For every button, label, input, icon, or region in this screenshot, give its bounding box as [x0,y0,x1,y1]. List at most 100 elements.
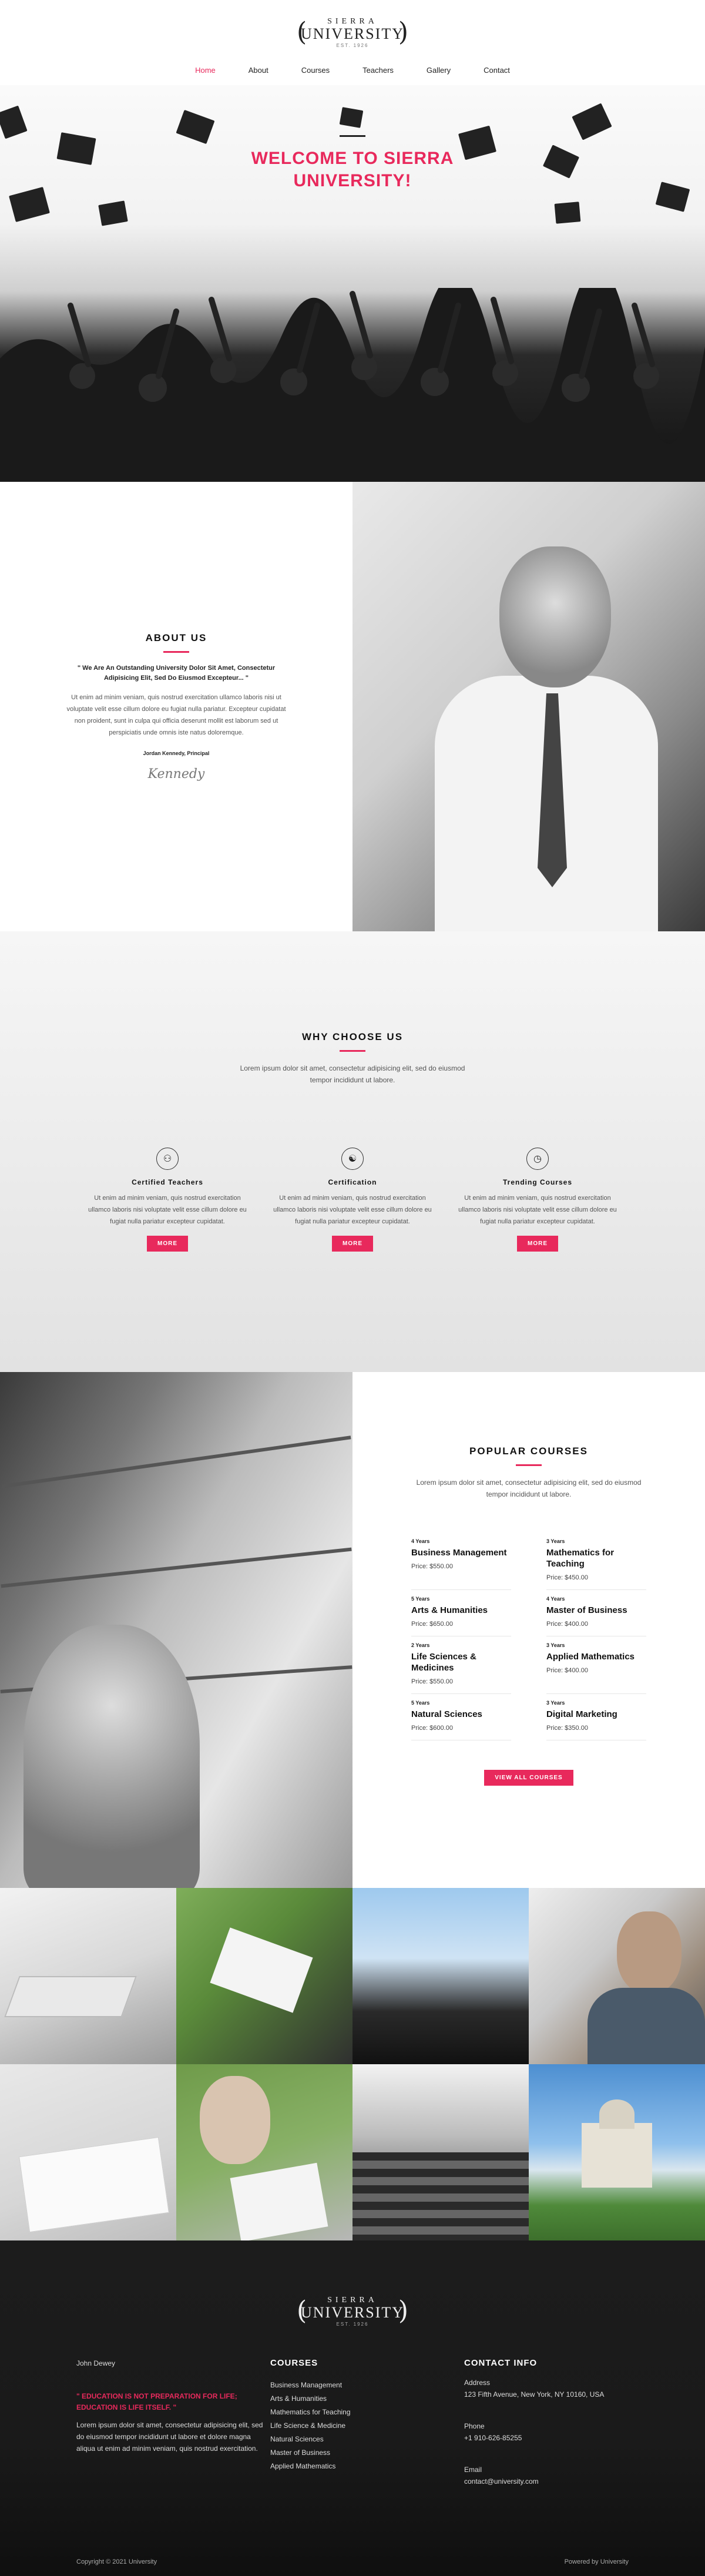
address-value: 123 Fifth Avenue, New York, NY 10160, US… [464,2390,605,2399]
quote-author: John Dewey [76,2359,116,2367]
phone-label: Phone [464,2422,485,2430]
more-button[interactable]: MORE [147,1236,188,1252]
phone-value[interactable]: +1 910-626-85255 [464,2434,658,2442]
signature-image: Kennedy [147,766,205,781]
footer-course-link[interactable]: Life Science & Medicine [270,2419,464,2433]
course-name: Digital Marketing [546,1709,617,1719]
address-label: Address [464,2379,491,2387]
footer-columns: John Dewey " EDUCATION IS NOT PREPARATIO… [76,2358,658,2486]
footer-course-link[interactable]: Arts & Humanities [270,2392,464,2406]
nav-teachers[interactable]: Teachers [346,66,410,75]
copyright-text: Copyright © 2021 University [76,2558,157,2565]
nav-home[interactable]: Home [179,66,232,75]
gallery-image-laptop[interactable] [0,1888,176,2064]
gallery-image-graduation[interactable] [352,1888,529,2064]
gallery-image-student[interactable] [529,1888,705,2064]
gallery-image-writing[interactable] [0,2064,176,2240]
graduation-cap-image [655,182,690,212]
course-item[interactable]: 4 Years Business Management Price: $550.… [411,1532,511,1590]
footer-courses-column: COURSES Business Management Arts & Human… [270,2358,464,2486]
nav-courses[interactable]: Courses [285,66,346,75]
why-title: WHY CHOOSE US [301,1031,404,1042]
certificate-icon: ☯ [341,1148,364,1170]
course-price: Price: $550.00 [411,1678,453,1685]
course-price: Price: $550.00 [411,1563,453,1570]
logo-right-bracket: ) [398,2296,408,2326]
gallery-image-lecture-hall[interactable] [352,2064,529,2240]
footer-course-link[interactable]: Applied Mathematics [270,2460,464,2473]
graduation-cap-image [542,145,580,179]
logo-left-bracket: ( [297,2296,307,2326]
course-item[interactable]: 3 Years Digital Marketing Price: $350.00 [546,1694,646,1740]
university-logo[interactable]: ( SIERRA UNIVERSITY EST. 1926 ) [297,15,408,53]
nav-contact[interactable]: Contact [467,66,526,75]
courses-divider [516,1464,542,1466]
course-name: Mathematics for Teaching [546,1548,615,1569]
footer-contact-title: CONTACT INFO [464,2358,538,2368]
graduation-cap-image [56,132,96,165]
about-divider [163,650,189,653]
course-duration: 4 Years [546,1596,565,1602]
course-item[interactable]: 3 Years Mathematics for Teaching Price: … [546,1532,646,1590]
footer-course-link[interactable]: Natural Sciences [270,2433,464,2446]
graduation-cap-image [98,200,128,226]
feature-title: Certification [328,1178,377,1186]
course-price: Price: $400.00 [546,1621,588,1628]
course-duration: 3 Years [546,1700,565,1706]
gallery-image-reading[interactable] [176,1888,352,2064]
book-image [210,1927,313,2013]
course-price: Price: $650.00 [411,1621,453,1628]
about-body: Ut enim ad minim veniam, quis nostrud ex… [66,693,286,736]
feature-certified-teachers: ⚇ Certified Teachers Ut enim ad minim ve… [87,1148,249,1252]
course-price: Price: $350.00 [546,1725,588,1732]
graduation-cap-image [554,202,581,224]
courses-title: POPULAR COURSES [469,1445,588,1457]
courses-intro: Lorem ipsum dolor sit amet, consectetur … [416,1478,642,1498]
course-name: Life Sciences & Medicines [411,1652,476,1673]
nav-gallery[interactable]: Gallery [410,66,467,75]
course-item[interactable]: 2 Years Life Sciences & Medicines Price:… [411,1636,511,1694]
logo-main-text: UNIVERSITY [301,2304,404,2321]
footer-course-link[interactable]: Mathematics for Teaching [270,2406,464,2419]
main-nav: Home About Courses Teachers Gallery Cont… [0,66,705,75]
footer-logo[interactable]: ( SIERRA UNIVERSITY EST. 1926 ) [297,2293,408,2332]
course-item[interactable]: 4 Years Master of Business Price: $400.0… [546,1590,646,1636]
nav-about[interactable]: About [232,66,285,75]
footer-course-link[interactable]: Master of Business [270,2446,464,2460]
student-portrait-image [617,1911,682,1994]
feature-trending-courses: ◷ Trending Courses Ut enim ad minim veni… [457,1148,619,1252]
feature-text: Ut enim ad minim veniam, quis nostrud ex… [458,1195,617,1225]
gallery-image-outdoor[interactable] [176,2064,352,2240]
about-content: ABOUT US " We Are An Outstanding Univers… [0,482,352,931]
gallery-image-campus[interactable] [529,2064,705,2240]
email-label: Email [464,2466,482,2474]
more-button[interactable]: MORE [517,1236,558,1252]
site-footer: ( SIERRA UNIVERSITY EST. 1926 ) John Dew… [0,2240,705,2576]
library-photo [0,1372,352,1888]
about-signer: Jordan Kennedy, Principal [143,750,210,756]
footer-contact-column: CONTACT INFO Address 123 Fifth Avenue, N… [464,2358,658,2486]
course-price: Price: $400.00 [546,1667,588,1674]
features-list: ⚇ Certified Teachers Ut enim ad minim ve… [0,1148,705,1252]
footer-quote: " EDUCATION IS NOT PREPARATION FOR LIFE;… [76,2392,237,2411]
more-button[interactable]: MORE [332,1236,373,1252]
feature-certification: ☯ Certification Ut enim ad minim veniam,… [272,1148,434,1252]
feature-text: Ut enim ad minim veniam, quis nostrud ex… [273,1195,432,1225]
woman-reading-image [200,2076,270,2164]
course-name: Master of Business [546,1605,627,1615]
course-duration: 4 Years [411,1538,430,1544]
logo-est-text: EST. 1926 [336,43,369,48]
principal-head [499,546,611,687]
logo-main-text: UNIVERSITY [301,25,404,42]
course-list: 4 Years Business Management Price: $550.… [411,1532,646,1740]
course-item[interactable]: 5 Years Natural Sciences Price: $600.00 [411,1694,511,1740]
course-item[interactable]: 5 Years Arts & Humanities Price: $650.00 [411,1590,511,1636]
footer-quote-column: John Dewey " EDUCATION IS NOT PREPARATIO… [76,2358,270,2486]
email-value[interactable]: contact@university.com [464,2477,658,2486]
bookshelf-image [1,1547,352,1588]
view-all-courses-button[interactable]: VIEW ALL COURSES [484,1770,573,1786]
laptop-image [4,1976,137,2017]
course-item[interactable]: 3 Years Applied Mathematics Price: $400.… [546,1636,646,1694]
footer-course-link[interactable]: Business Management [270,2379,464,2392]
site-header: ( SIERRA UNIVERSITY EST. 1926 ) Home Abo… [0,0,705,85]
